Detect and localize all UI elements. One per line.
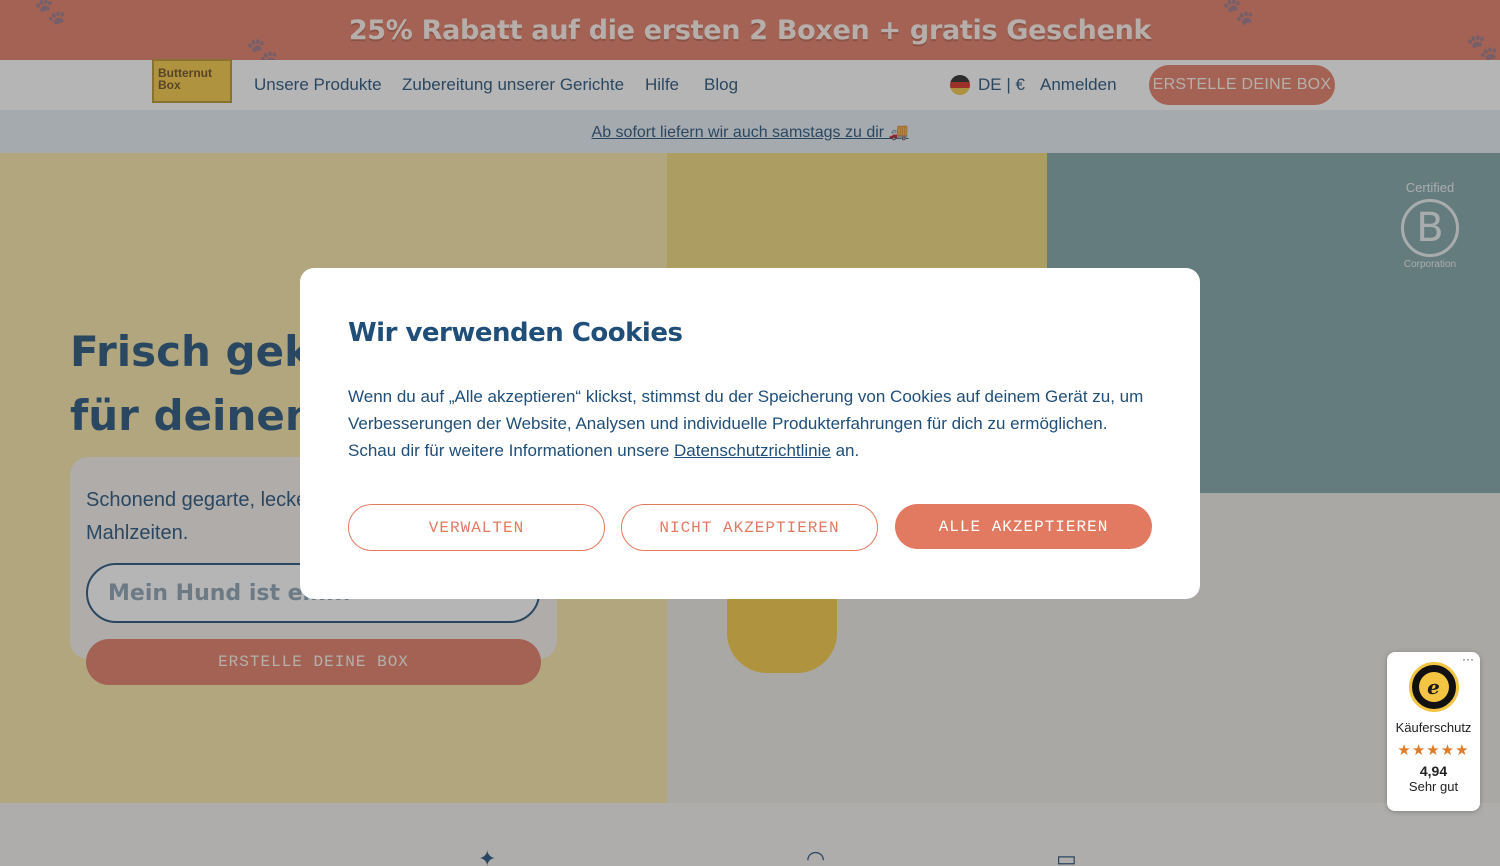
cookie-consent-dialog: Wir verwenden Cookies Wenn du auf „Alle … bbox=[300, 268, 1200, 599]
more-options-icon[interactable]: ··· bbox=[1462, 652, 1474, 666]
trusted-shops-widget[interactable]: ··· e Käuferschutz ★★★★★ 4,94 Sehr gut bbox=[1387, 652, 1480, 811]
privacy-policy-link[interactable]: Datenschutzrichtlinie bbox=[674, 441, 831, 460]
cookie-text-part: an. bbox=[830, 441, 860, 460]
buyer-protection-label: Käuferschutz bbox=[1395, 720, 1472, 735]
accept-all-cookies-button[interactable]: ALLE AKZEPTIEREN bbox=[895, 504, 1152, 549]
rating-score: 4,94 bbox=[1419, 763, 1448, 779]
cookie-dialog-text: Wenn du auf „Alle akzeptieren“ klickst, … bbox=[348, 383, 1158, 464]
seal-letter: e bbox=[1418, 672, 1449, 702]
cookie-dialog-title: Wir verwenden Cookies bbox=[348, 318, 683, 348]
rating-stars-icon: ★★★★★ bbox=[1397, 742, 1470, 759]
manage-cookies-button[interactable]: VERWALTEN bbox=[348, 504, 605, 551]
reject-cookies-button[interactable]: NICHT AKZEPTIEREN bbox=[621, 504, 878, 551]
rating-text: Sehr gut bbox=[1408, 779, 1459, 794]
trusted-shops-seal-icon: e bbox=[1408, 662, 1459, 712]
